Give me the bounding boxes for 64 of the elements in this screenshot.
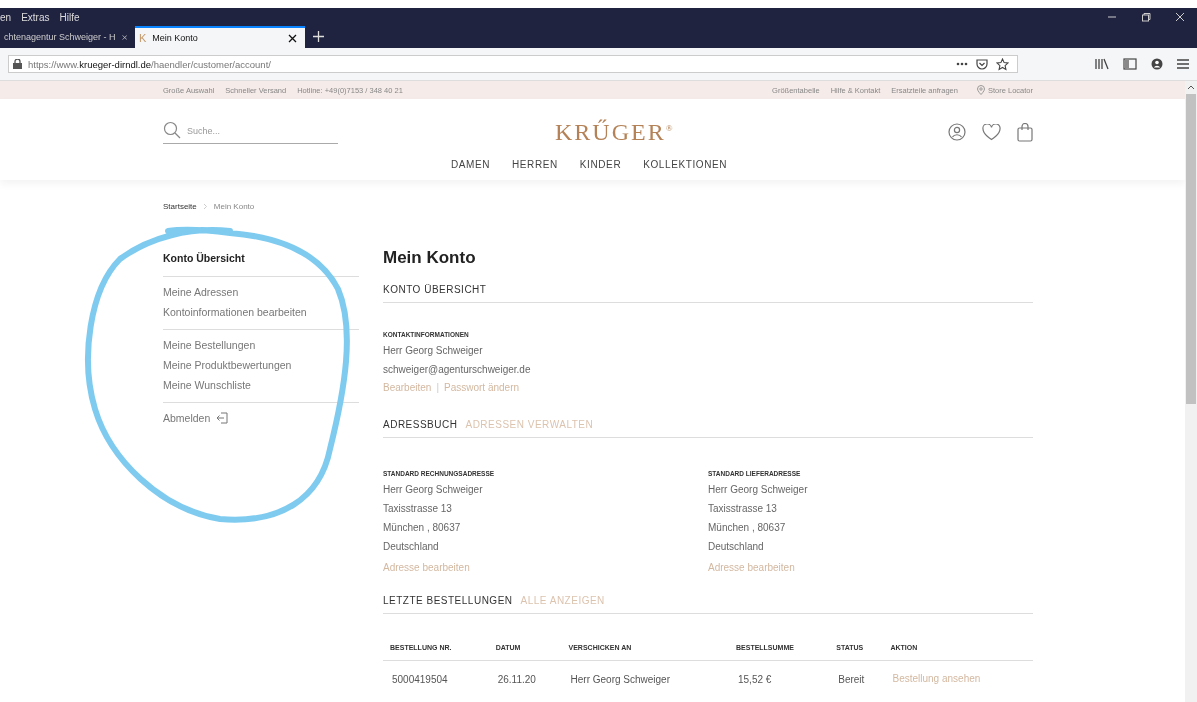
pocket-icon[interactable] bbox=[976, 58, 988, 70]
scrollbar-thumb[interactable] bbox=[1186, 94, 1196, 404]
browser-tab[interactable]: K Mein Konto bbox=[135, 26, 305, 48]
sidebar-item[interactable]: Meine Wunschliste bbox=[163, 379, 359, 391]
contact-text: schweiger@agenturschweiger.de bbox=[383, 363, 532, 377]
tab-title: chtenagentur Schweiger - H bbox=[4, 32, 116, 42]
address-text: Taxisstrasse 13 bbox=[708, 502, 778, 516]
nav-link[interactable]: HERREN bbox=[512, 159, 558, 170]
sidebar-item[interactable]: Meine Produktbewertungen bbox=[163, 359, 359, 371]
address-text: Herr Georg Schweiger bbox=[383, 483, 484, 497]
scroll-up-icon[interactable] bbox=[1187, 85, 1195, 90]
breadcrumb-link[interactable]: Startseite bbox=[163, 201, 197, 211]
lock-icon bbox=[13, 59, 22, 69]
section-heading: KONTO ÜBERSICHT bbox=[383, 284, 487, 295]
pin-icon bbox=[976, 85, 985, 95]
close-icon[interactable] bbox=[288, 33, 297, 43]
address-text: Taxisstrasse 13 bbox=[383, 502, 453, 516]
heart-icon[interactable] bbox=[982, 123, 1001, 141]
address-text: München , 80637 bbox=[708, 521, 787, 535]
table-cell: 15,52 € bbox=[729, 660, 830, 688]
browser-tab[interactable]: chtenagentur Schweiger - H bbox=[0, 26, 135, 48]
table-cell: Bereit bbox=[829, 660, 884, 688]
sidebar-item[interactable]: Kontoinformationen bearbeiten bbox=[163, 306, 359, 318]
more-icon[interactable] bbox=[956, 62, 968, 66]
address-text: Deutschland bbox=[383, 540, 440, 554]
chevron-icon bbox=[202, 202, 208, 210]
menu-item[interactable]: Hilfe bbox=[59, 11, 80, 23]
separator-text: | bbox=[436, 381, 439, 395]
account-icon[interactable] bbox=[1151, 58, 1163, 70]
contact-text: Herr Georg Schweiger bbox=[383, 344, 484, 358]
tab-favicon: K bbox=[139, 32, 147, 44]
address-bar[interactable]: https://www.krueger-dirndl.de/haendler/customer/account/ bbox=[8, 55, 1018, 73]
bag-icon[interactable] bbox=[1017, 122, 1033, 142]
table-cell: 5000419504 bbox=[383, 660, 489, 688]
tab-title: Mein Konto bbox=[152, 33, 199, 43]
menu-item[interactable]: Extras bbox=[21, 11, 50, 23]
scrollbar[interactable] bbox=[1185, 81, 1197, 702]
breadcrumb-link[interactable]: Mein Konto bbox=[213, 201, 255, 211]
table-cell: 26.11.20 bbox=[488, 660, 562, 688]
section-heading: LETZTE BESTELLUNGEN bbox=[383, 595, 513, 606]
library-icon[interactable] bbox=[1095, 58, 1109, 70]
logo[interactable]: KRŰGER$^{®}$ bbox=[555, 118, 675, 146]
address-text: Deutschland bbox=[708, 540, 765, 554]
section-heading: ADRESSBUCH bbox=[383, 419, 458, 430]
menu-icon[interactable] bbox=[1177, 59, 1189, 69]
menu-item[interactable]: en bbox=[0, 11, 12, 23]
sidebar-item[interactable]: Konto Übersicht bbox=[163, 252, 359, 264]
sidebar-item[interactable]: Meine Bestellungen bbox=[163, 339, 359, 351]
sidebar-item[interactable]: Meine Adressen bbox=[163, 286, 359, 298]
sidebar-icon[interactable] bbox=[1123, 58, 1137, 70]
page-title: Mein Konto bbox=[383, 248, 477, 268]
restore-icon[interactable] bbox=[1141, 12, 1151, 22]
nav-link[interactable]: DAMEN bbox=[450, 159, 490, 170]
star-icon[interactable] bbox=[996, 57, 1009, 71]
address-text: Herr Georg Schweiger bbox=[708, 483, 809, 497]
nav-link[interactable]: KOLLEKTIONEN bbox=[643, 159, 728, 170]
logout-icon bbox=[216, 412, 229, 424]
search-icon bbox=[163, 121, 181, 139]
new-tab-icon[interactable] bbox=[313, 31, 324, 42]
address-text: München , 80637 bbox=[383, 521, 462, 535]
table-cell: Herr Georg Schweiger bbox=[561, 660, 729, 688]
user-icon[interactable] bbox=[948, 123, 966, 141]
logout-link[interactable]: Abmelden bbox=[163, 412, 359, 424]
nav-link[interactable]: KINDER bbox=[579, 159, 622, 170]
